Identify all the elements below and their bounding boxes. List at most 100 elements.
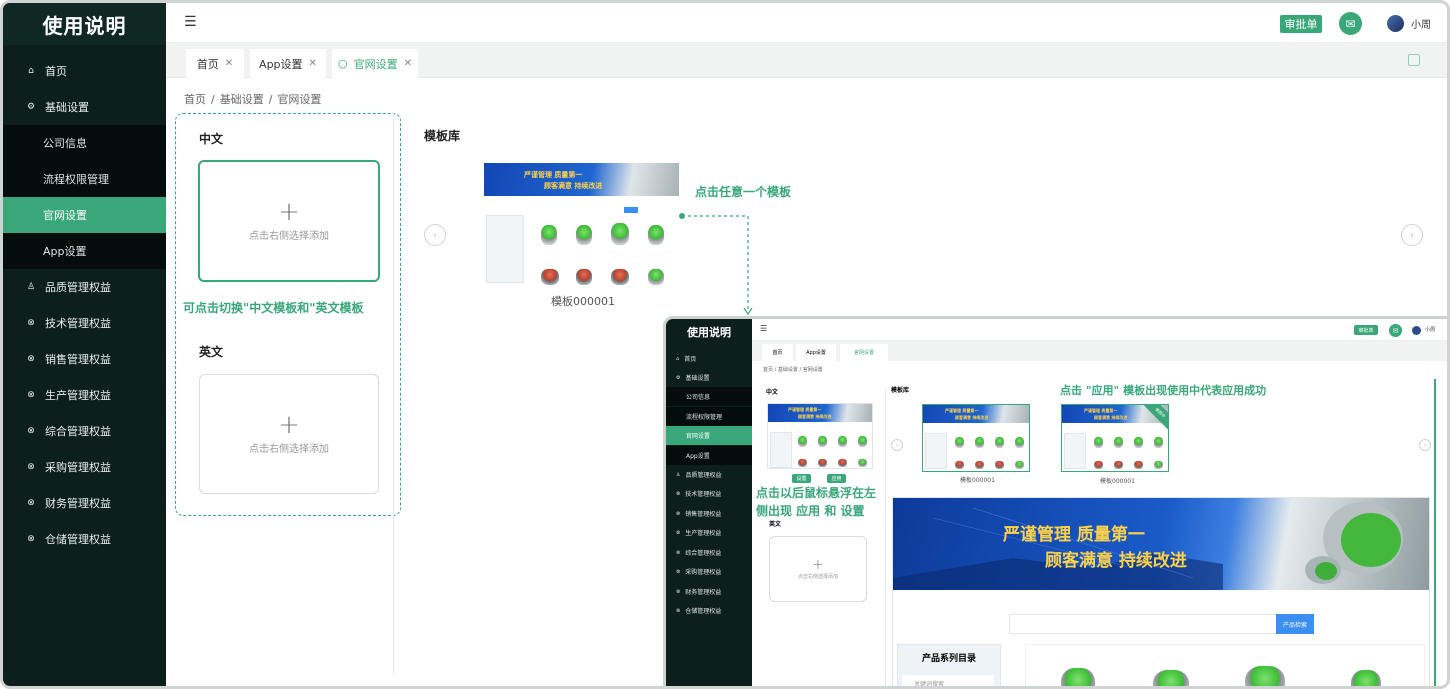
- close-icon[interactable]: ✕: [225, 58, 233, 69]
- sidebar-item-finance[interactable]: ⊗ 财务管理权益: [3, 485, 166, 521]
- preview-banner: 严谨管理 质量第一 顾客满意 持续改进: [893, 498, 1429, 590]
- sidebar-item-sales[interactable]: ⊗ 销售管理权益: [3, 341, 166, 377]
- english-section-title[interactable]: 英文: [199, 343, 223, 360]
- template-card[interactable]: 严谨管理 质量第一 顾客满意 持续改进: [484, 163, 679, 285]
- gear-icon: ⚙: [26, 102, 36, 112]
- connector-line: [679, 213, 753, 316]
- set-button: 设置: [792, 474, 811, 483]
- banner-decor: [893, 502, 1403, 590]
- chinese-template-slot[interactable]: + 点击右侧选择添加: [198, 160, 380, 282]
- gear-icon: ⚙: [676, 374, 681, 381]
- preview-search-button: 产品检索: [1276, 614, 1314, 634]
- sidebar-sub-app-settings[interactable]: App设置: [3, 233, 166, 269]
- user-icon: ♙: [26, 282, 36, 292]
- cross-icon: ⊗: [27, 354, 35, 364]
- cross-icon: ⊗: [27, 462, 35, 472]
- result-screenshot: 使用说明 ⌂ 首页 ⚙ 基础设置 公司信息 流程权限管理 官网设置 App设置 ♙ 品…: [663, 316, 1447, 686]
- template-name: 模板000001: [551, 295, 615, 308]
- product-image: [611, 223, 629, 245]
- tab-home[interactable]: 首页 ✕: [186, 49, 244, 78]
- next-arrow-icon: ›: [1419, 439, 1431, 451]
- product-image: [541, 225, 557, 245]
- sidebar-item-home[interactable]: ⌂ 首页: [3, 53, 166, 89]
- website-preview: 严谨管理 质量第一 顾客满意 持续改进 产品检索 产品系列目录 关键词搜索: [892, 497, 1430, 686]
- sidebar-item-production[interactable]: ⊗ 生产管理权益: [3, 377, 166, 413]
- hover-annotation: 点击以后鼠标悬浮在左 侧出现 应用 和 设置: [756, 484, 884, 520]
- product-image: [1351, 670, 1381, 686]
- banner-line-1: 严谨管理 质量第一: [1003, 525, 1145, 545]
- cross-icon: ⊗: [27, 390, 35, 400]
- inset-en-slot: + 点击右侧选择添加: [769, 536, 867, 602]
- inset-sidebar: 使用说明 ⌂ 首页 ⚙ 基础设置 公司信息 流程权限管理 官网设置 App设置 ♙ 品…: [666, 319, 752, 686]
- sidebar-item-tech[interactable]: ⊗ 技术管理权益: [3, 305, 166, 341]
- tab-app-settings[interactable]: App设置 ✕: [250, 49, 326, 78]
- product-image: [1061, 668, 1095, 686]
- app-window: 使用说明 ⌂ 首页 ⚙ 基础设置 公司信息 流程权限管理 官网设置 App设置 ♙ 品…: [0, 0, 1450, 689]
- sidebar-item-purchase[interactable]: ⊗ 采购管理权益: [3, 449, 166, 485]
- lock-icon[interactable]: [1408, 54, 1420, 66]
- tab-website-settings[interactable]: ○ 官网设置 ✕: [332, 49, 418, 78]
- cross-icon: ⊗: [27, 318, 35, 328]
- close-icon[interactable]: ✕: [404, 58, 412, 69]
- avatar: [1412, 326, 1421, 335]
- sidebar-title: 使用说明: [3, 3, 166, 45]
- cross-icon: ⊗: [27, 498, 35, 508]
- sidebar-item-quality[interactable]: ♙ 品质管理权益: [3, 269, 166, 305]
- home-icon: ⌂: [676, 355, 680, 362]
- prev-arrow-icon: ‹: [891, 439, 903, 451]
- product-image: [648, 225, 664, 245]
- select-annotation: 点击任意一个模板: [695, 185, 792, 199]
- inset-tabbar: 首页 App设置 官网设置: [752, 341, 1447, 361]
- product-image: [576, 269, 592, 285]
- sidebar-item-general[interactable]: ⊗ 综合管理权益: [3, 413, 166, 449]
- prev-arrow-icon[interactable]: ‹: [424, 224, 446, 246]
- product-image: [1153, 670, 1189, 686]
- sidebar-sub-website-settings[interactable]: 官网设置: [3, 197, 166, 233]
- search-button-mini: [624, 207, 638, 213]
- banner-line-2: 顾客满意 持续改进: [1045, 551, 1187, 571]
- refresh-icon: ○: [338, 57, 348, 70]
- breadcrumb: 首页 / 基础设置 / 官网设置: [184, 93, 322, 106]
- cross-icon: ⊗: [27, 534, 35, 544]
- menu-fold-icon: ☰: [760, 324, 768, 333]
- inset-breadcrumb: 首页 / 基础设置 / 官网设置: [763, 367, 823, 373]
- product-image: [541, 269, 559, 285]
- approve-button[interactable]: 审批单: [1280, 15, 1322, 33]
- sidebar-item-basic-settings[interactable]: ⚙ 基础设置: [3, 89, 166, 125]
- apply-button: 应用: [827, 474, 846, 483]
- top-bar: ☰ 审批单 ✉ 小周: [166, 3, 1447, 43]
- english-template-slot[interactable]: + 点击右侧选择添加: [199, 374, 379, 494]
- inset-topbar: ☰ 审批单 ✉ 小周: [752, 319, 1447, 341]
- preview-catalog: 产品系列目录 关键词搜索: [897, 644, 1001, 686]
- divider: [393, 113, 394, 675]
- user-name[interactable]: 小周: [1411, 16, 1431, 31]
- mail-icon: ✉: [1389, 324, 1402, 337]
- next-arrow-icon[interactable]: ›: [1401, 224, 1423, 246]
- product-image: [1245, 666, 1285, 686]
- cross-icon: ⊗: [27, 426, 35, 436]
- inset-cn-template: 严谨管理 质量第一 顾客满意 持续改进: [767, 403, 873, 469]
- sidebar-sub-company-info[interactable]: 公司信息: [3, 125, 166, 161]
- apply-annotation: 点击 "应用" 模板出现使用中代表应用成功: [1060, 384, 1267, 397]
- template-banner: 严谨管理 质量第一 顾客满意 持续改进: [484, 163, 679, 196]
- inset-template-card: 严谨管理 质量第一 顾客满意 持续改进: [922, 404, 1030, 472]
- menu-fold-icon[interactable]: ☰: [184, 14, 197, 30]
- sidebar-sub-process-permissions[interactable]: 流程权限管理: [3, 161, 166, 197]
- sidebar: 使用说明 ⌂ 首页 ⚙ 基础设置 公司信息 流程权限管理 官网设置 App设置 ♙ 品…: [3, 3, 166, 686]
- catalog-mini: [486, 215, 524, 283]
- chinese-section-title[interactable]: 中文: [199, 130, 223, 147]
- plus-icon: +: [278, 196, 300, 227]
- preview-search-input: [1009, 614, 1277, 634]
- product-image: [576, 225, 592, 245]
- sidebar-item-warehouse[interactable]: ⊗ 仓储管理权益: [3, 521, 166, 557]
- switch-annotation: 可点击切换"中文模板和"英文模板: [183, 301, 364, 315]
- template-library-title: 模板库: [424, 129, 461, 143]
- avatar[interactable]: [1387, 15, 1404, 32]
- inset-template-card-in-use: 严谨管理 质量第一 顾客满意 持续改进 使用中: [1061, 404, 1169, 472]
- mail-icon[interactable]: ✉: [1339, 12, 1362, 35]
- plus-icon: +: [278, 409, 300, 440]
- product-image: [611, 269, 629, 285]
- product-image: [648, 269, 664, 285]
- tab-bar: 首页 ✕ App设置 ✕ ○ 官网设置 ✕: [166, 43, 1447, 78]
- close-icon[interactable]: ✕: [309, 58, 317, 69]
